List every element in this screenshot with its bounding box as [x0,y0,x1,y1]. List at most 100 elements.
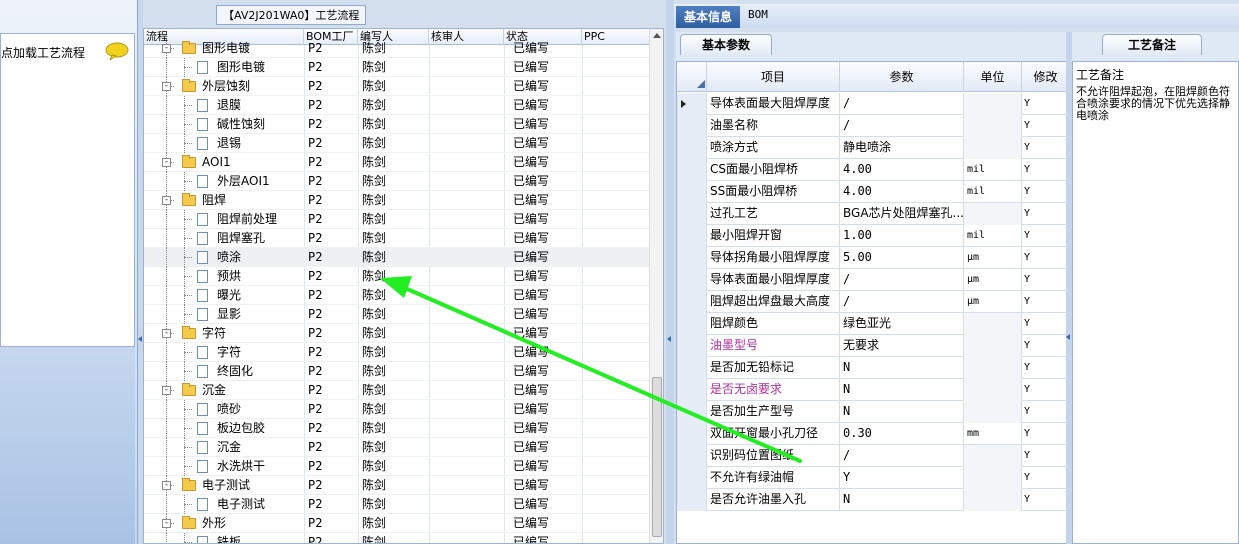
tree-node-label[interactable]: 退膜 [217,96,241,115]
param-row[interactable]: 导体表面最大阻焊厚度 / Y [677,93,1067,115]
param-modify-flag[interactable]: Y [1022,357,1067,379]
tree-row[interactable]: 水洗烘干 P2 陈剑 已编写 [144,457,649,476]
param-row[interactable]: 导体拐角最小阻焊厚度 5.00 μm Y [677,247,1067,269]
tree-node-label[interactable]: 外层蚀刻 [202,77,250,96]
tree-row[interactable]: - AOI1 P2 陈剑 已编写 [144,153,649,172]
param-value[interactable]: N [840,357,964,379]
param-value[interactable]: Y [840,467,964,489]
params-grid[interactable]: 项目 参数 单位 修改 导体表面最大阻焊厚度 / Y 油墨名称 / Y 喷涂方式 静电喷涂 Y C… [676,61,1068,544]
remark-text[interactable]: 不允许阻焊起泡，在阻焊颜色符 合喷涂要求的情况下优先选择静 电喷涂 [1076,86,1239,122]
tree-row[interactable]: 终固化 P2 陈剑 已编写 [144,362,649,381]
tree-row[interactable]: 字符 P2 陈剑 已编写 [144,343,649,362]
tree-row[interactable]: 外层AOI1 P2 陈剑 已编写 [144,172,649,191]
tree-row[interactable]: - 外形 P2 陈剑 已编写 [144,514,649,533]
tree-row[interactable]: 显影 P2 陈剑 已编写 [144,305,649,324]
tab-process-remark[interactable]: 工艺备注 [1102,34,1202,55]
tree-row[interactable]: 铣板 P2 陈剑 已编写 [144,533,649,543]
row-selector[interactable] [677,291,707,313]
collapse-icon[interactable]: - [162,386,171,395]
tree-row[interactable]: 阻焊塞孔 P2 陈剑 已编写 [144,229,649,248]
param-row[interactable]: 识别码位置图纸 / Y [677,445,1067,467]
row-selector[interactable] [677,159,707,181]
row-selector[interactable] [677,313,707,335]
param-row[interactable]: 双面开窗最小孔刀径 0.30 mm Y [677,423,1067,445]
param-value[interactable]: BGA芯片处阻焊塞孔... [840,203,964,225]
param-row[interactable]: 阻焊超出焊盘最大高度 / μm Y [677,291,1067,313]
tree-node-label[interactable]: 字符 [202,324,226,343]
param-row[interactable]: 油墨型号 无要求 Y [677,335,1067,357]
row-selector[interactable] [677,379,707,401]
row-selector[interactable] [677,137,707,159]
col-header-item[interactable]: 项目 [707,62,840,92]
tree-row[interactable]: - 字符 P2 陈剑 已编写 [144,324,649,343]
scroll-thumb[interactable] [652,377,662,537]
tree-row[interactable]: - 电子测试 P2 陈剑 已编写 [144,476,649,495]
row-selector[interactable] [677,269,707,291]
row-selector[interactable] [677,401,707,423]
tree-row[interactable]: 曝光 P2 陈剑 已编写 [144,286,649,305]
param-modify-flag[interactable]: Y [1022,379,1067,401]
param-value[interactable]: / [840,269,964,291]
middle-splitter[interactable] [666,0,674,544]
param-row[interactable]: 导体表面最小阻焊厚度 / μm Y [677,269,1067,291]
param-modify-flag[interactable]: Y [1022,93,1067,115]
collapse-icon[interactable]: - [162,82,171,91]
collapse-icon[interactable]: - [162,519,171,528]
tree-node-label[interactable]: 铣板 [217,533,241,543]
param-modify-flag[interactable]: Y [1022,313,1067,335]
row-selector[interactable] [677,225,707,247]
tree-row[interactable]: 预烘 P2 陈剑 已编写 [144,267,649,286]
param-value[interactable]: 0.30 [840,423,964,445]
speech-bubble-icon[interactable] [105,42,129,60]
tree-row[interactable]: 喷砂 P2 陈剑 已编写 [144,400,649,419]
param-row[interactable]: 最小阻焊开窗 1.00 mil Y [677,225,1067,247]
param-value[interactable]: 1.00 [840,225,964,247]
param-value[interactable]: / [840,115,964,137]
tree-node-label[interactable]: 喷砂 [217,400,241,419]
remark-box[interactable]: 工艺备注 不允许阻焊起泡，在阻焊颜色符 合喷涂要求的情况下优先选择静 电喷涂 [1072,61,1239,544]
tree-node-label[interactable]: 水洗烘干 [217,457,265,476]
param-modify-flag[interactable]: Y [1022,269,1067,291]
tree-row[interactable]: 沉金 P2 陈剑 已编写 [144,438,649,457]
tree-node-label[interactable]: 预烘 [217,267,241,286]
tree-row[interactable]: - 阻焊 P2 陈剑 已编写 [144,191,649,210]
process-tree-grid[interactable]: 流程 BOM工厂 编写人 核审人 状态 PPC - 图形电镀 P2 陈剑 已编写 图形电镀… [143,28,664,544]
row-selector[interactable] [677,423,707,445]
tree-node-label[interactable]: 板边包胶 [217,419,265,438]
tree-row[interactable]: 电子测试 P2 陈剑 已编写 [144,495,649,514]
tree-node-label[interactable]: 阻焊 [202,191,226,210]
collapse-icon[interactable]: - [162,44,171,53]
param-modify-flag[interactable]: Y [1022,115,1067,137]
param-value[interactable]: / [840,445,964,467]
param-value[interactable]: 5.00 [840,247,964,269]
param-row[interactable]: 阻焊颜色 绿色亚光 Y [677,313,1067,335]
param-modify-flag[interactable]: Y [1022,291,1067,313]
process-load-box[interactable]: 点加载工艺流程 [0,33,135,347]
tree-node-label[interactable]: 沉金 [217,438,241,457]
row-selector[interactable] [677,247,707,269]
tree-node-label[interactable]: 电子测试 [202,476,250,495]
tree-row[interactable]: - 沉金 P2 陈剑 已编写 [144,381,649,400]
param-row[interactable]: 是否无卤要求 N Y [677,379,1067,401]
tree-node-label[interactable]: 外形 [202,514,226,533]
param-modify-flag[interactable]: Y [1022,467,1067,489]
tree-node-label[interactable]: 阻焊前处理 [217,210,277,229]
collapse-icon[interactable]: - [162,329,171,338]
tree-row[interactable]: - 外层蚀刻 P2 陈剑 已编写 [144,77,649,96]
param-value[interactable]: 4.00 [840,159,964,181]
row-selector[interactable] [677,467,707,489]
param-row[interactable]: 是否允许油墨入孔 N Y [677,489,1067,511]
row-selector[interactable] [677,181,707,203]
tree-row[interactable]: 板边包胶 P2 陈剑 已编写 [144,419,649,438]
tab-basic-params[interactable]: 基本参数 [680,34,772,55]
param-value[interactable]: N [840,379,964,401]
tab-basic-info[interactable]: 基本信息 [676,6,740,28]
param-row[interactable]: CS面最小阻焊桥 4.00 mil Y [677,159,1067,181]
param-value[interactable]: / [840,93,964,115]
param-row[interactable]: 喷涂方式 静电喷涂 Y [677,137,1067,159]
tree-node-label[interactable]: 碱性蚀刻 [217,115,265,134]
param-row[interactable]: 是否加无铅标记 N Y [677,357,1067,379]
param-modify-flag[interactable]: Y [1022,247,1067,269]
param-value[interactable]: N [840,489,964,511]
row-selector[interactable] [677,335,707,357]
